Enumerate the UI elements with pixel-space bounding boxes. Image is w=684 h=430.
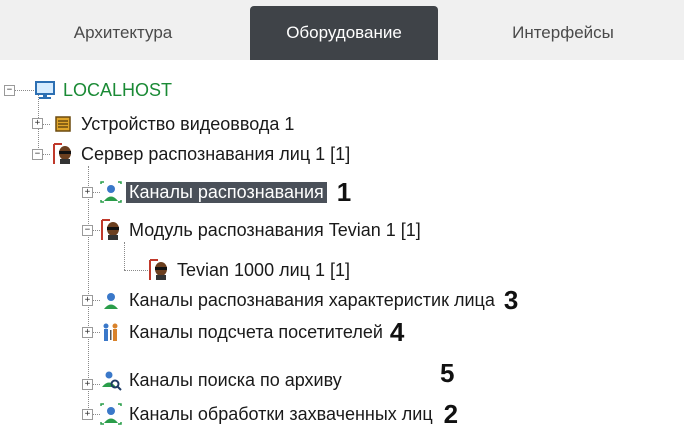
tab-interfaces[interactable]: Интерфейсы	[450, 6, 676, 60]
face-server-icon	[101, 219, 119, 240]
tab-bar: Архитектура Оборудование Интерфейсы	[0, 0, 684, 60]
tree-item-localhost[interactable]: LOCALHOST	[34, 76, 175, 104]
tree-item-label: Tevian 1000 лиц 1 [1]	[177, 259, 350, 280]
tree-item-label: Каналы распознавания	[126, 181, 327, 203]
expand-attribute-channels-toggle[interactable]: +	[82, 295, 93, 306]
expand-video-device-toggle[interactable]: +	[32, 118, 43, 129]
callout-number: 2	[443, 398, 459, 429]
person-icon	[104, 293, 118, 309]
person-frame-icon	[100, 403, 122, 425]
tab-equipment[interactable]: Оборудование	[250, 6, 438, 60]
people-icon	[103, 323, 118, 341]
tree-item-recognition-channels[interactable]: Каналы распознавания 1	[100, 176, 352, 207]
tree-item-counting-channels[interactable]: Каналы подсчета посетителей 4	[100, 316, 405, 347]
tree-item-label: Каналы распознавания характеристик лица	[129, 289, 495, 310]
tree-item-label: Устройство видеоввода 1	[81, 113, 295, 134]
tab-architecture[interactable]: Архитектура	[8, 6, 238, 60]
tree-item-label: Каналы подсчета посетителей	[129, 321, 383, 342]
callout-number: 1	[336, 176, 352, 207]
chip-icon	[55, 116, 71, 132]
monitor-icon	[35, 81, 55, 99]
tree-item-label: Модуль распознавания Tevian 1 [1]	[129, 219, 421, 240]
tree-item-attribute-channels[interactable]: Каналы распознавания характеристик лица …	[100, 284, 519, 315]
tree-item-video-device[interactable]: Устройство видеоввода 1	[52, 110, 297, 138]
expand-counting-channels-toggle[interactable]: +	[82, 327, 93, 338]
callout-number: 3	[503, 284, 519, 315]
expand-recognition-channels-toggle[interactable]: +	[82, 187, 93, 198]
tree-item-label: Сервер распознавания лиц 1 [1]	[81, 143, 351, 164]
collapse-tevian-module-toggle[interactable]: −	[82, 225, 93, 236]
tree-item-archive-search-channels[interactable]: Каналы поиска по архиву	[100, 366, 345, 394]
tree-item-label: LOCALHOST	[63, 79, 173, 100]
expand-captured-channels-toggle[interactable]: +	[82, 409, 93, 420]
person-search-icon	[102, 371, 122, 391]
face-server-icon	[53, 143, 71, 164]
collapse-face-server-toggle[interactable]: −	[32, 149, 43, 160]
callout-number: 4	[389, 316, 405, 347]
tree-item-face-server[interactable]: Сервер распознавания лиц 1 [1]	[52, 140, 353, 168]
tree-item-label: Каналы поиска по архиву	[129, 369, 342, 390]
tree-item-captured-channels[interactable]: Каналы обработки захваченных лиц 2	[100, 398, 459, 429]
tree-item-tevian-db[interactable]: Tevian 1000 лиц 1 [1]	[148, 256, 353, 284]
face-server-icon	[149, 259, 167, 280]
tree-item-label: Каналы обработки захваченных лиц	[129, 403, 433, 424]
expand-archive-search-toggle[interactable]: +	[82, 379, 93, 390]
person-icon	[100, 181, 122, 203]
hardware-tree: − + − + − + + + + LOCALHOST Устройство в…	[0, 62, 684, 429]
collapse-root-toggle[interactable]: −	[4, 85, 15, 96]
tree-item-tevian-module[interactable]: Модуль распознавания Tevian 1 [1]	[100, 216, 424, 244]
callout-number: 5	[440, 358, 455, 388]
